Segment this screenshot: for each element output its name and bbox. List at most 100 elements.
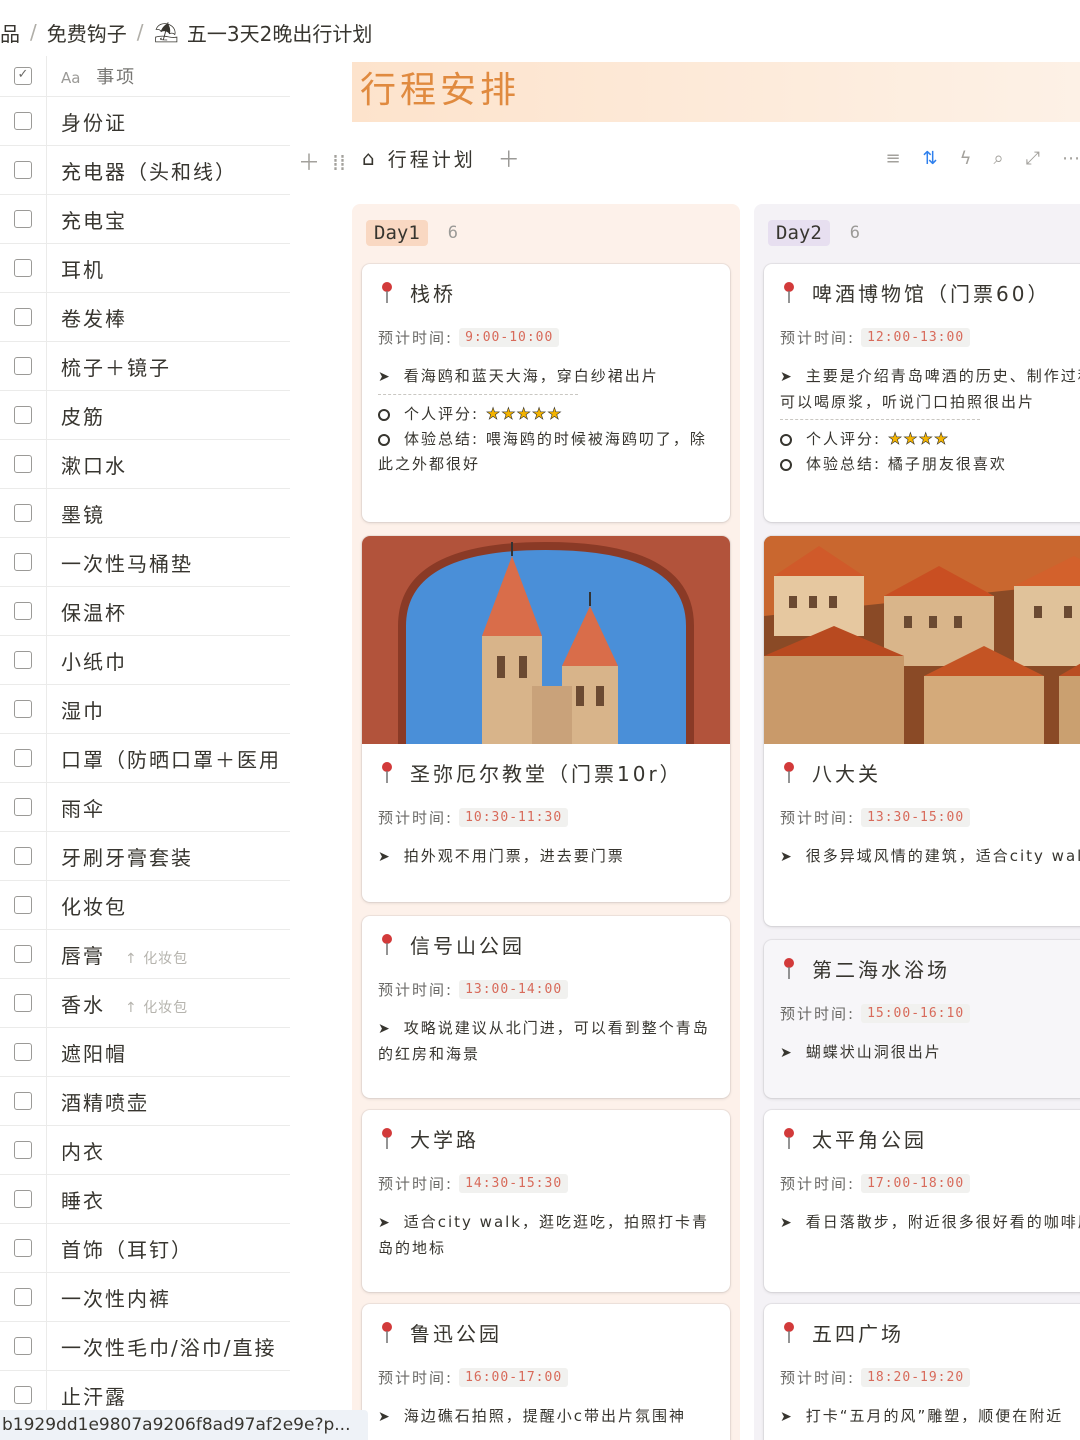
checklist-item-label[interactable]: 化妆包 [61,894,127,920]
filter-icon[interactable]: ≡ [885,148,900,169]
sort-icon[interactable]: ⇅ [923,148,938,169]
checkbox[interactable] [14,1386,32,1404]
checklist-item-label[interactable]: 酒精喷壶 [61,1090,149,1116]
checklist-item-label[interactable]: 止汗露 [61,1384,127,1410]
checkbox[interactable] [14,455,32,473]
checklist-item-label[interactable]: 保温杯 [61,600,127,626]
checklist-item-label[interactable]: 内衣 [61,1139,105,1165]
checklist-item-label[interactable]: 牙刷牙膏套装 [61,845,193,871]
card-title: 大学路 [410,1127,479,1152]
checkbox[interactable] [14,406,32,424]
checklist-item-label[interactable]: 睡衣 [61,1188,105,1214]
more-icon[interactable]: ⋯ [1062,148,1080,169]
checkbox[interactable] [14,553,32,571]
expand-icon[interactable]: ⤢ [1026,148,1040,169]
checkbox[interactable] [14,1043,32,1061]
checklist-item-label[interactable]: 皮筋 [61,404,105,430]
checklist-item-label[interactable]: 口罩（防晒口罩＋医用 [61,747,281,773]
checklist-item-label[interactable]: 湿巾 [61,698,105,724]
checkbox[interactable] [14,1141,32,1159]
checkbox[interactable] [14,112,32,130]
breadcrumb-fragment[interactable]: 品 [0,18,20,47]
itinerary-card[interactable]: 圣弥厄尔教堂（门票10r） 预计时间: 10:30-11:30 ➤ 拍外观不用门票，… [362,536,730,902]
pushpin-icon [784,1322,794,1343]
checkbox[interactable] [14,847,32,865]
add-view-icon[interactable]: ＋ [498,142,520,174]
checklist-item-label[interactable]: 耳机 [61,257,105,283]
itinerary-card[interactable]: 八大关 预计时间: 13:30-15:00 ➤ 很多异域风情的建筑，适合city w… [764,536,1080,926]
checkbox[interactable] [14,357,32,375]
checklist-item-label[interactable]: 香水 [61,992,105,1018]
drag-handle-icon[interactable]: ⁞⁞ [332,151,346,176]
checklist-row: 充电宝 [0,195,290,244]
itinerary-card[interactable]: 大学路 预计时间: 14:30-15:30 ➤ 适合city walk，逛吃逛吃，拍… [362,1110,730,1292]
checklist-item-label[interactable]: 梳子＋镜子 [61,355,171,381]
checklist-item-label[interactable]: 小纸巾 [61,649,127,675]
checkbox[interactable] [14,1239,32,1257]
checkbox[interactable] [14,945,32,963]
checklist-row: 耳机 [0,244,290,293]
search-icon[interactable]: ⌕ [994,148,1004,169]
checklist-item-label[interactable]: 充电宝 [61,208,127,234]
checklist-item-label[interactable]: 遮阳帽 [61,1041,127,1067]
checkbox[interactable] [14,259,32,277]
itinerary-card[interactable]: 鲁迅公园 预计时间: 16:00-17:00 ➤ 海边礁石拍照，提醒小c带出片氛围神 [362,1304,730,1440]
checklist-item-label[interactable]: 雨伞 [61,796,105,822]
itinerary-card[interactable]: 五四广场 预计时间: 18:20-19:20 ➤ 打卡“五月的风”雕塑，顺便在附近 [764,1304,1080,1440]
checklist-header-label[interactable]: 事项 [96,67,136,88]
divider [378,394,578,401]
checkbox[interactable] [14,1190,32,1208]
checklist-item-label[interactable]: 首饰（耳钉） [61,1237,193,1263]
checklist-item-label[interactable]: 漱口水 [61,453,127,479]
checklist-item-label[interactable]: 身份证 [61,110,127,136]
time-value: 17:00-18:00 [861,1173,971,1193]
parent-item-relation[interactable]: ↑ 化妆包 [125,951,188,967]
parent-item-relation[interactable]: ↑ 化妆包 [125,1000,188,1016]
checkbox[interactable] [14,602,32,620]
checkbox[interactable] [14,700,32,718]
view-tab-itinerary[interactable]: ⌂ 行程计划 [362,145,476,172]
pushpin-icon [382,934,392,955]
rating-label: 个人评分: [404,405,480,423]
checkbox[interactable] [14,1288,32,1306]
checkbox[interactable] [14,1337,32,1355]
view-tab-label: 行程计划 [387,148,476,171]
checklist-item-label[interactable]: 一次性内裤 [61,1286,171,1312]
house-icon: ⌂ [362,146,378,170]
breadcrumb-parent[interactable]: 免费钩子 [47,18,127,47]
checkbox[interactable] [14,210,32,228]
checklist-item-label[interactable]: 墨镜 [61,502,105,528]
itinerary-card[interactable]: 啤酒博物馆（门票60） 预计时间: 12:00-13:00 ➤ 主要是介绍青岛啤酒的… [764,264,1080,522]
column-tag[interactable]: Day1 [366,220,428,246]
itinerary-card[interactable]: 信号山公园 预计时间: 13:00-14:00 ➤ 攻略说建议从北门进，可以看到整个… [362,916,730,1098]
arrow-icon: ➤ [378,1021,392,1037]
automation-icon[interactable]: ϟ [960,148,972,169]
checkbox[interactable] [14,994,32,1012]
checkbox[interactable] [14,798,32,816]
checkbox[interactable] [14,1092,32,1110]
checklist-item-label[interactable]: 唇膏 [61,943,105,969]
checklist-item-label[interactable]: 卷发棒 [61,306,127,332]
time-value: 14:30-15:30 [459,1173,569,1193]
checklist-item-label[interactable]: 充电器（头和线） [61,159,237,185]
column-tag[interactable]: Day2 [768,220,830,246]
checkbox[interactable] [14,896,32,914]
checklist-row: 唇膏 ↑ 化妆包 [0,930,290,979]
checkbox[interactable] [14,504,32,522]
itinerary-card[interactable]: 第二海水浴场 预计时间:15:00-16:10 ➤蝴蝶状山洞很出片 ✎ [764,940,1080,1098]
checklist-item-label[interactable]: 一次性马桶垫 [61,551,193,577]
card-description: 海边礁石拍照，提醒小c带出片氛围神 [403,1407,686,1425]
breadcrumb-current-page[interactable]: 五一3天2晚出行计划 [187,18,372,47]
parent-item-label: 化妆包 [143,999,189,1016]
checklist-header: ✓ Aa 事项 [0,56,290,97]
checklist-item-label[interactable]: 一次性毛巾/浴巾/直接 [61,1335,277,1361]
checkbox[interactable] [14,308,32,326]
itinerary-card[interactable]: 栈桥 预计时间: 9:00-10:00 ➤ 看海鸥和蓝天大海，穿白纱裙出片 个人评分… [362,264,730,522]
add-block-icon[interactable]: ＋ [298,151,320,176]
checkbox[interactable] [14,161,32,179]
breadcrumb: 品 / 免费钩子 / ⛱ 五一3天2晚出行计划 [0,12,372,52]
itinerary-card[interactable]: 太平角公园 预计时间: 17:00-18:00 ➤ 看日落散步，附近很多很好看的咖啡… [764,1110,1080,1292]
pushpin-icon [784,958,794,979]
checkbox[interactable] [14,651,32,669]
checkbox[interactable] [14,749,32,767]
